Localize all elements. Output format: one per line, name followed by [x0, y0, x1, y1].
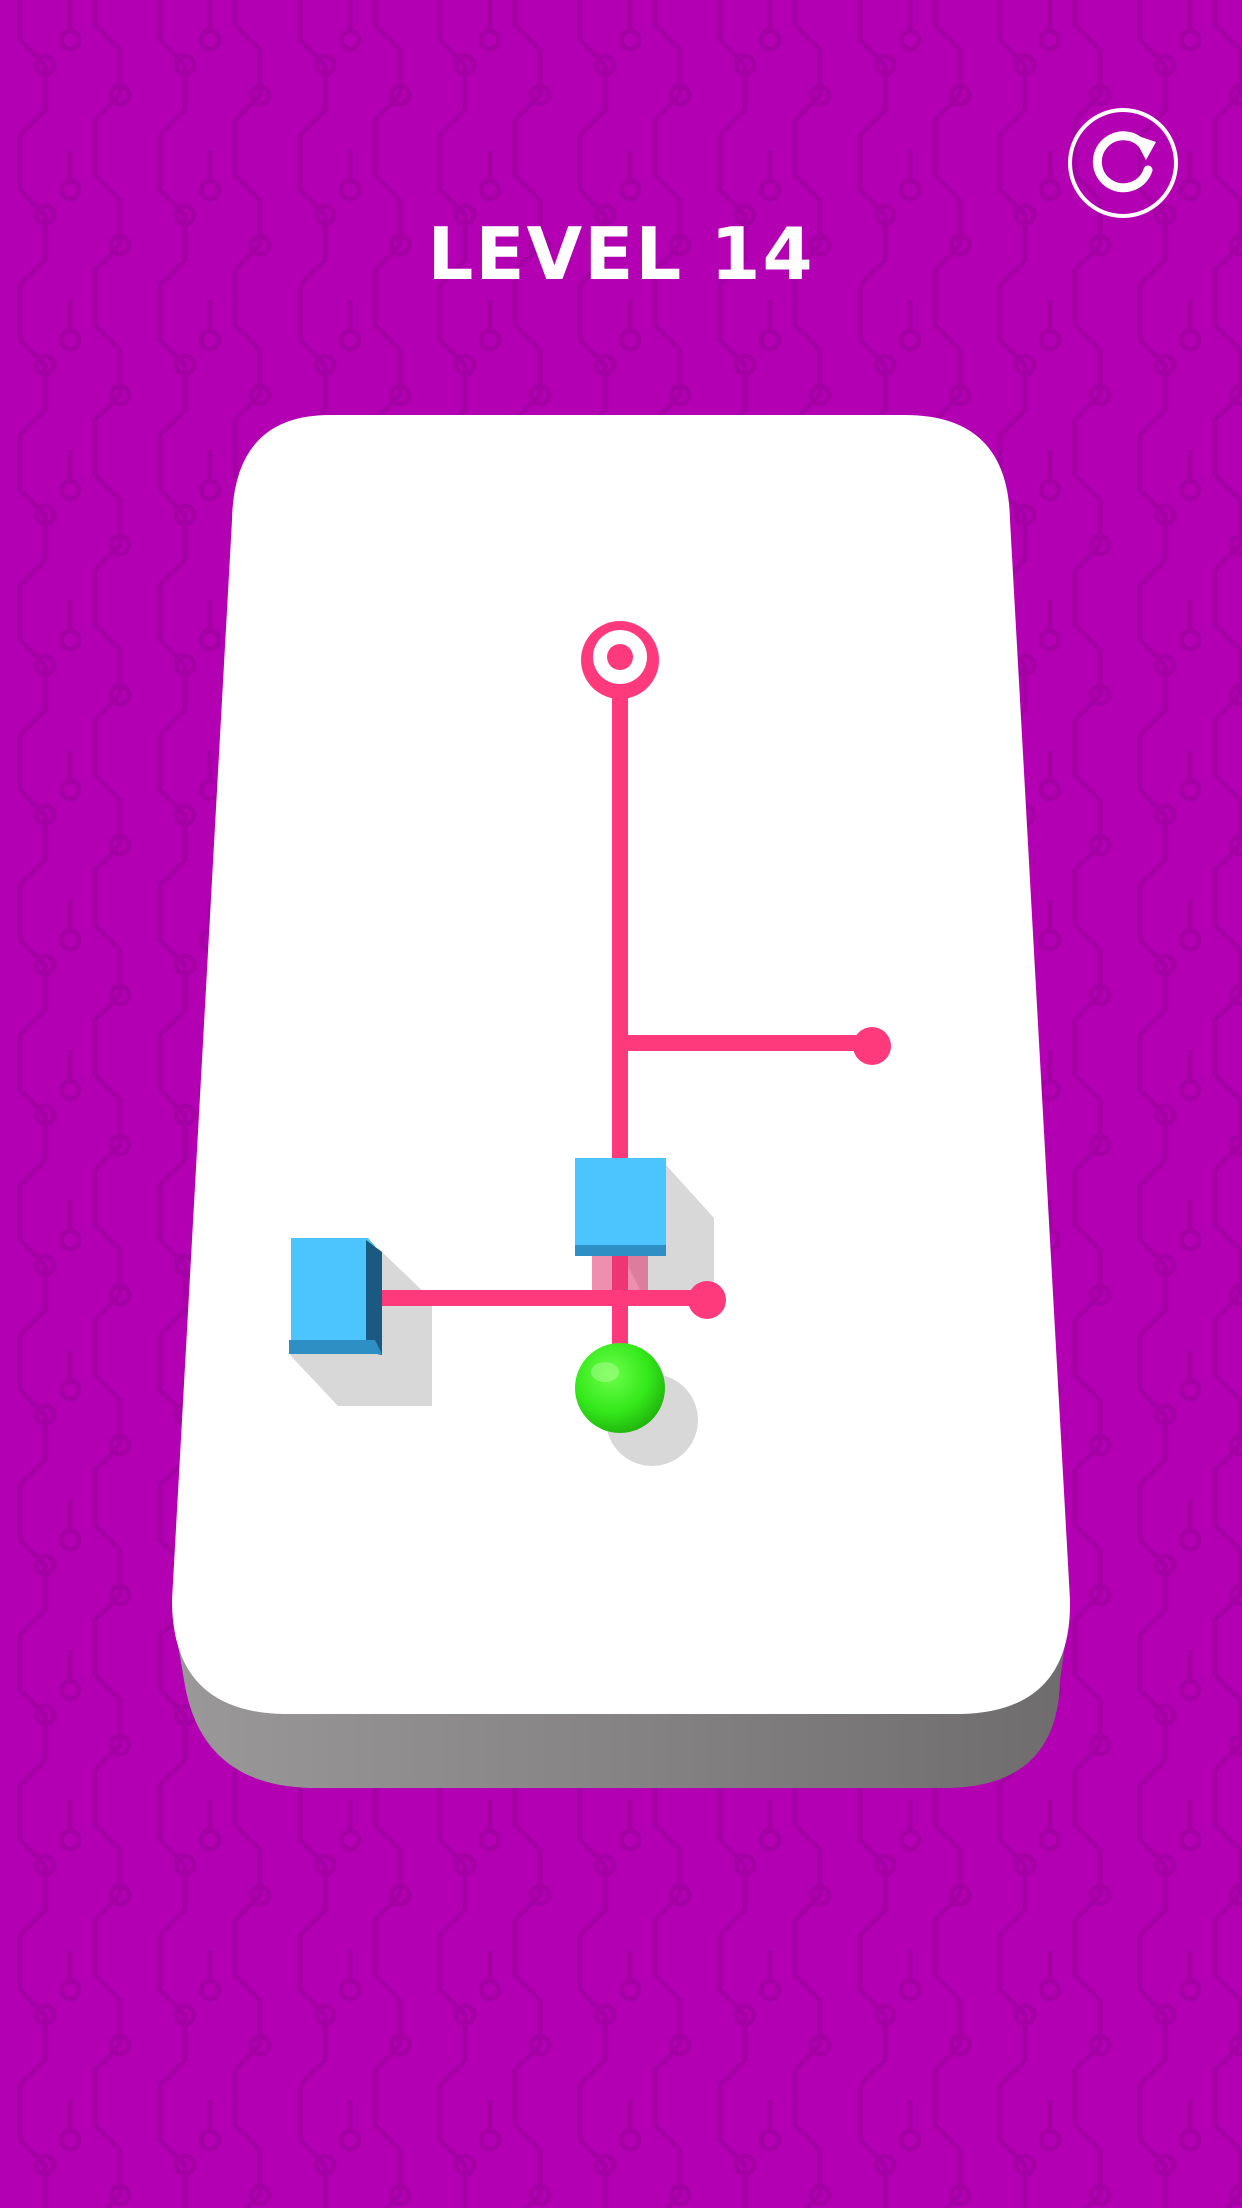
game-board — [172, 415, 1071, 1788]
ball-highlight — [591, 1362, 619, 1382]
green-ball[interactable] — [575, 1343, 665, 1433]
blue-block-left[interactable] — [289, 1238, 382, 1355]
rail-endpoint-left — [688, 1281, 726, 1319]
rail-endpoint-right — [853, 1027, 891, 1065]
goal-ring — [581, 621, 659, 699]
